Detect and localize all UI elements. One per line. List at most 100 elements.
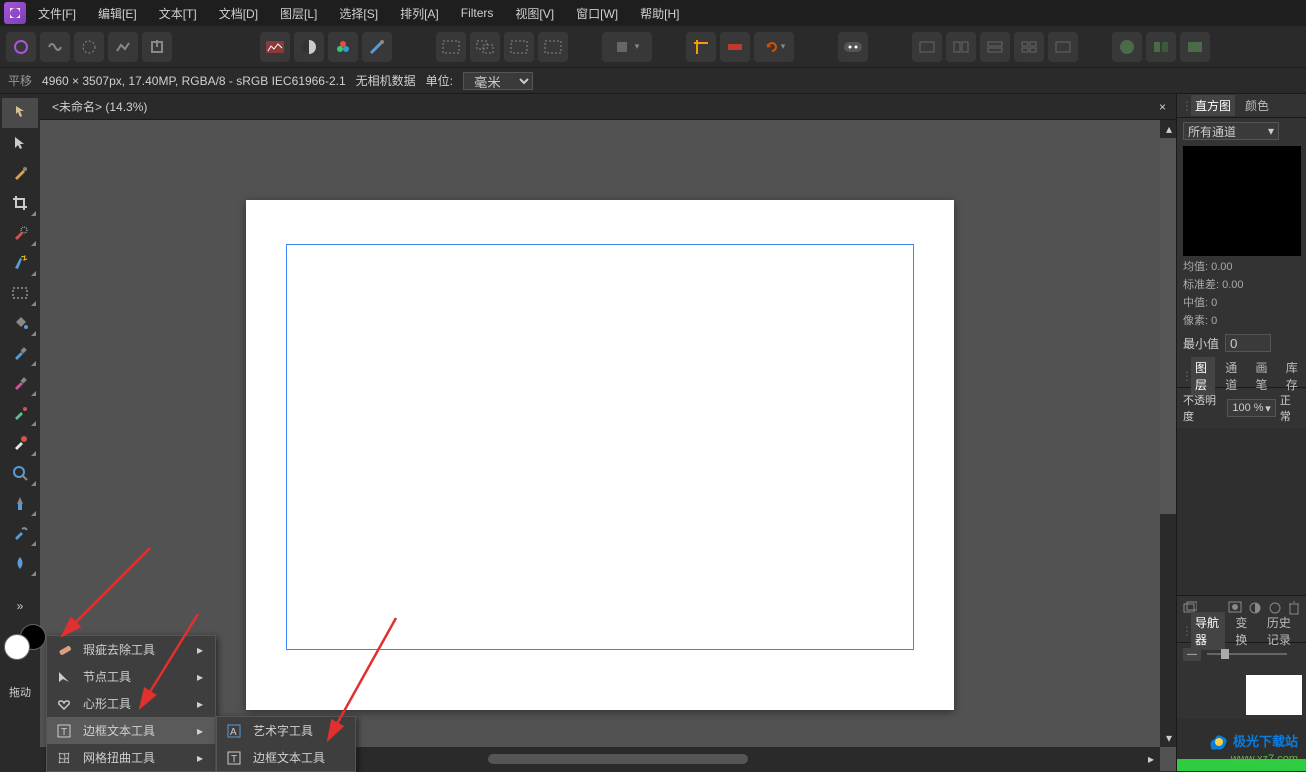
- menu-filters[interactable]: Filters: [451, 2, 504, 24]
- retouch-tool[interactable]: [2, 488, 38, 518]
- zoom-tool[interactable]: [2, 458, 38, 488]
- submenu-arrow-icon: ▸: [197, 670, 203, 684]
- assistant-button[interactable]: [838, 32, 868, 62]
- selection-subtract-button[interactable]: [504, 32, 534, 62]
- flood-select-tool[interactable]: [2, 248, 38, 278]
- menu-text[interactable]: 文本[T]: [149, 1, 207, 26]
- scroll-right-button[interactable]: ▸: [1142, 750, 1160, 768]
- selection-brush-tool[interactable]: [2, 218, 38, 248]
- arrange-5-button[interactable]: [1048, 32, 1078, 62]
- tab-strip: <未命名> (14.3%) ×: [40, 94, 1176, 120]
- persona-tone-button[interactable]: [108, 32, 138, 62]
- svg-text:T: T: [61, 727, 67, 738]
- text-frame[interactable]: [286, 244, 914, 650]
- crop-button[interactable]: [686, 32, 716, 62]
- arrange-1-button[interactable]: [912, 32, 942, 62]
- persona-liquify-button[interactable]: [40, 32, 70, 62]
- auto-colors-button[interactable]: [328, 32, 358, 62]
- marquee-tool[interactable]: [2, 278, 38, 308]
- submenu-artistic-text-tool[interactable]: A 艺术字工具: [217, 717, 367, 744]
- color-swatches[interactable]: [10, 628, 30, 660]
- scroll-up-button[interactable]: ▴: [1160, 120, 1176, 138]
- flyout-node-tool[interactable]: 节点工具 ▸: [47, 663, 215, 690]
- document-tab[interactable]: <未命名> (14.3%): [40, 94, 159, 119]
- submenu-arrow-icon: ▸: [197, 724, 203, 738]
- auto-levels-button[interactable]: [260, 32, 290, 62]
- auto-contrast-button[interactable]: [294, 32, 324, 62]
- fill-tool[interactable]: [2, 308, 38, 338]
- submenu-arrow-icon: ▸: [197, 751, 203, 765]
- selection-add-button[interactable]: [470, 32, 500, 62]
- menu-document[interactable]: 文档[D]: [209, 1, 268, 26]
- document-tab-close[interactable]: ×: [1149, 100, 1176, 114]
- menu-select[interactable]: 选择[S]: [329, 1, 388, 26]
- crop-tool[interactable]: [2, 188, 38, 218]
- selection-new-button[interactable]: [436, 32, 466, 62]
- quick-mask-button[interactable]: ▾: [602, 32, 652, 62]
- blur-tool[interactable]: [2, 548, 38, 578]
- color-picker-tool[interactable]: [2, 158, 38, 188]
- arrange-4-button[interactable]: [1014, 32, 1044, 62]
- move-tool[interactable]: [2, 128, 38, 158]
- submenu-item-label: 艺术字工具: [253, 722, 313, 739]
- arrange-2-button[interactable]: [946, 32, 976, 62]
- contextbar: 平移 4960 × 3507px, 17.40MP, RGBA/8 - sRGB…: [0, 68, 1306, 94]
- red-button[interactable]: [720, 32, 750, 62]
- erase-tool[interactable]: [2, 368, 38, 398]
- paint-brush-tool[interactable]: [2, 338, 38, 368]
- vertical-scroll-thumb[interactable]: [1160, 138, 1176, 514]
- clone-tool[interactable]: [2, 398, 38, 428]
- persona-export-button[interactable]: [142, 32, 172, 62]
- stat-mean: 均值: 0.00: [1183, 258, 1300, 274]
- flyout-heart-tool[interactable]: 心形工具 ▸: [47, 690, 215, 717]
- submenu-frame-text-tool[interactable]: T 边框文本工具: [217, 744, 367, 771]
- navigator-preview[interactable]: [1246, 675, 1302, 715]
- flyout-inpainting-tool[interactable]: 瑕疵去除工具 ▸: [47, 636, 215, 663]
- svg-text:A: A: [230, 727, 237, 738]
- navigator-panel-body: —: [1177, 643, 1306, 665]
- unit-select[interactable]: 毫米: [463, 72, 533, 90]
- view-mode-2-button[interactable]: [1146, 32, 1176, 62]
- persona-develop-button[interactable]: [74, 32, 104, 62]
- rotate-button[interactable]: ▾: [754, 32, 794, 62]
- tool-overflow-button[interactable]: »: [2, 596, 38, 616]
- horizontal-scroll-thumb[interactable]: [488, 754, 748, 764]
- auto-wb-button[interactable]: [362, 32, 392, 62]
- nav-zoom-slider[interactable]: [1207, 647, 1287, 661]
- menu-window[interactable]: 窗口[W]: [566, 1, 628, 26]
- mesh-icon: [55, 751, 73, 765]
- channel-dropdown[interactable]: 所有通道▾: [1183, 122, 1279, 140]
- dodge-tool[interactable]: [2, 428, 38, 458]
- blend-mode-label[interactable]: 正常: [1280, 392, 1300, 424]
- menu-file[interactable]: 文件[F]: [28, 1, 86, 26]
- submenu-arrow-icon: ▸: [197, 697, 203, 711]
- selection-intersect-button[interactable]: [538, 32, 568, 62]
- menu-layer[interactable]: 图层[L]: [270, 1, 327, 26]
- app-icon: [4, 2, 26, 24]
- view-tool[interactable]: [2, 98, 38, 128]
- menu-edit[interactable]: 编辑[E]: [88, 1, 147, 26]
- smudge-tool[interactable]: [2, 518, 38, 548]
- flyout-mesh-warp-tool[interactable]: 网格扭曲工具 ▸: [47, 744, 215, 771]
- vertical-scrollbar[interactable]: ▴ ▾: [1160, 120, 1176, 747]
- camera-data-label: 无相机数据: [356, 72, 416, 89]
- view-mode-3-button[interactable]: [1180, 32, 1210, 62]
- nav-zoom-out-icon[interactable]: —: [1183, 648, 1201, 661]
- persona-photo-button[interactable]: [6, 32, 36, 62]
- flyout-frame-text-tool[interactable]: T 边框文本工具 ▸: [47, 717, 215, 744]
- view-mode-1-button[interactable]: [1112, 32, 1142, 62]
- artistic-text-icon: A: [225, 724, 243, 738]
- scroll-down-button[interactable]: ▾: [1160, 729, 1176, 747]
- layers-list[interactable]: [1177, 428, 1306, 595]
- arrange-3-button[interactable]: [980, 32, 1010, 62]
- layers-opacity-row: 不透明度 100 %▾ 正常: [1177, 388, 1306, 428]
- tab-histogram[interactable]: 直方图: [1191, 95, 1235, 116]
- opacity-value[interactable]: 100 %▾: [1227, 399, 1276, 417]
- menu-arrange[interactable]: 排列[A]: [390, 1, 449, 26]
- menu-view[interactable]: 视图[V]: [505, 1, 564, 26]
- min-value-input[interactable]: [1225, 334, 1271, 352]
- canvas-page[interactable]: [246, 200, 954, 710]
- menu-help[interactable]: 帮助[H]: [630, 1, 689, 26]
- tab-color[interactable]: 颜色: [1241, 95, 1273, 116]
- toolbox: » 拖动: [0, 94, 40, 771]
